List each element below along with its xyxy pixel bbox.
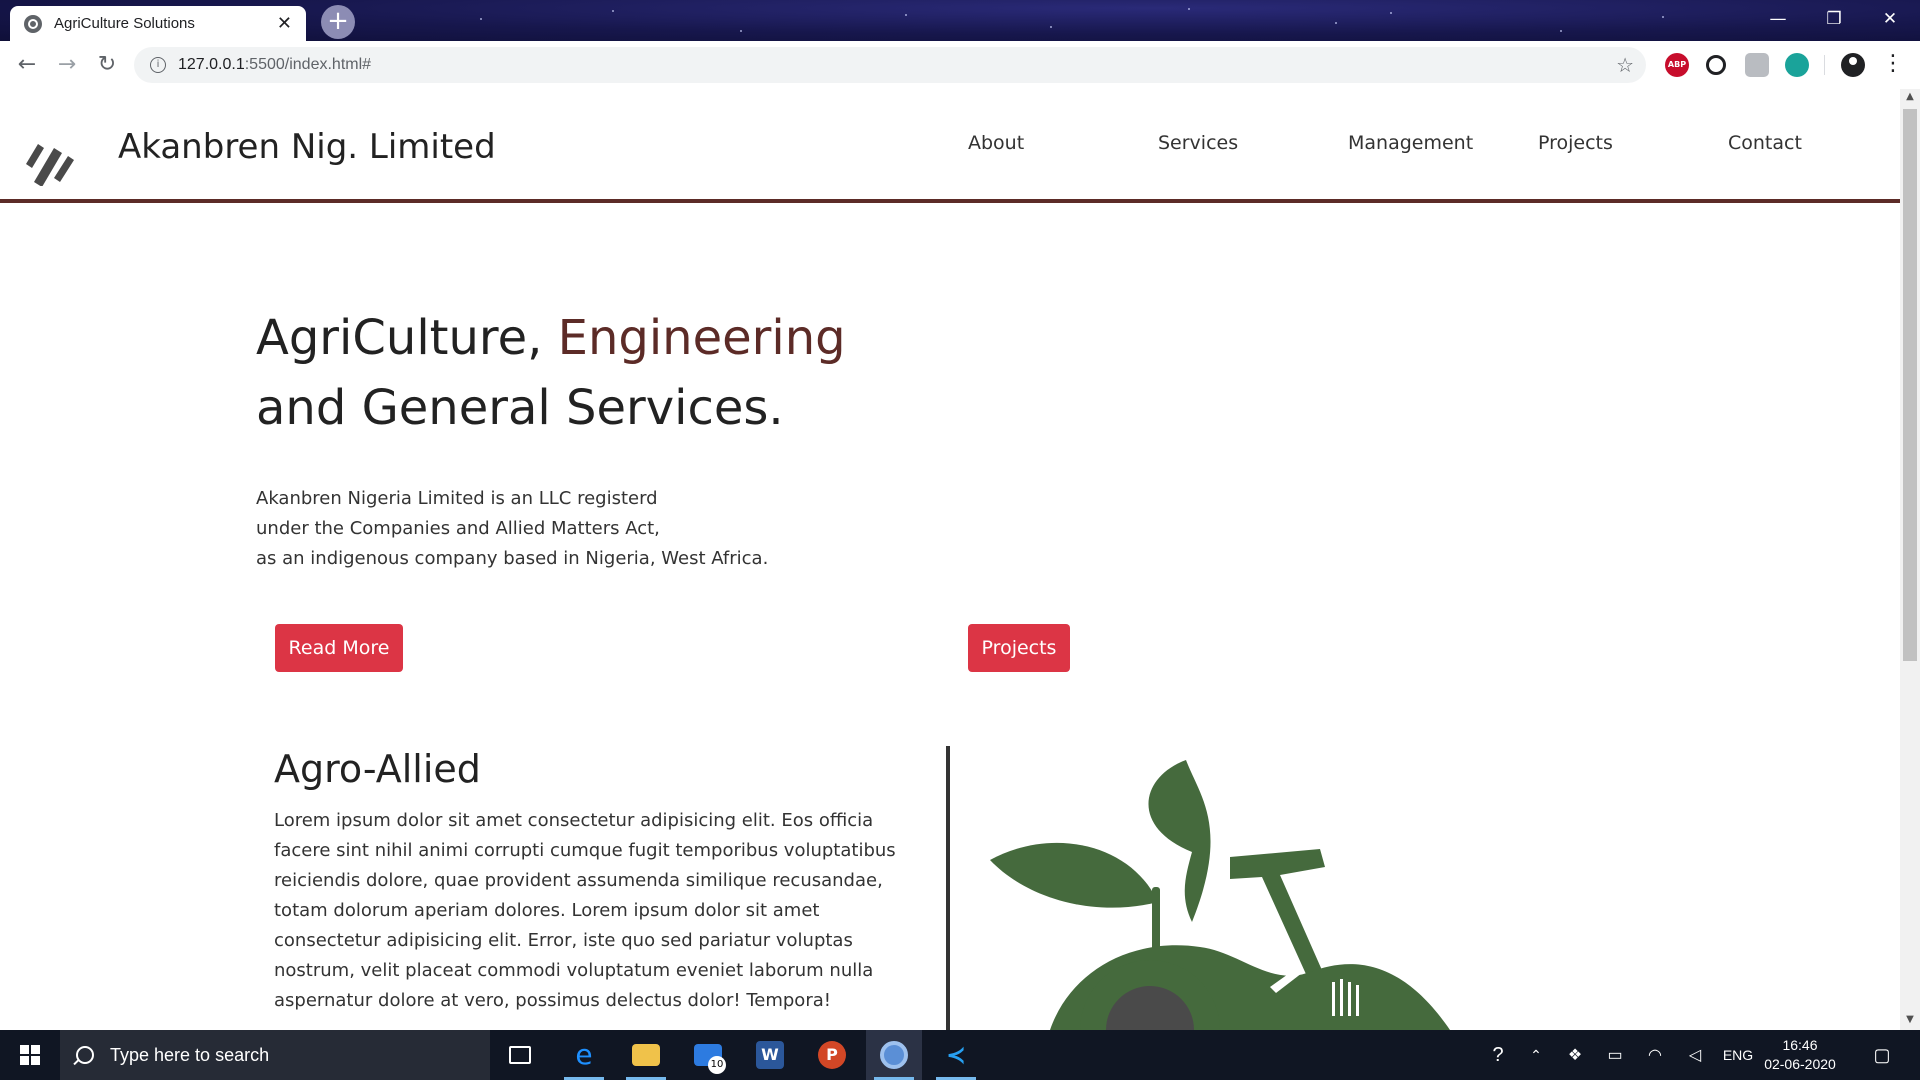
- wifi-icon[interactable]: ◠: [1638, 1030, 1672, 1080]
- hero-title-accent: Engineering: [557, 310, 846, 366]
- logo-icon[interactable]: [24, 134, 78, 186]
- taskbar-word[interactable]: W: [742, 1030, 798, 1080]
- chrome-icon: [880, 1041, 908, 1069]
- powerpoint-icon: P: [818, 1041, 846, 1069]
- extension-icon[interactable]: [1785, 53, 1809, 77]
- new-tab-button[interactable]: +: [321, 5, 355, 39]
- clock[interactable]: 16:46 02-06-2020: [1760, 1036, 1840, 1074]
- globe-icon: [24, 14, 42, 33]
- restore-button[interactable]: ❐: [1806, 0, 1862, 41]
- profile-avatar-icon[interactable]: [1841, 53, 1865, 77]
- browser-tab[interactable]: AgriCulture Solutions ✕: [10, 6, 306, 41]
- browser-titlebar: AgriCulture Solutions ✕ + — ❐ ✕: [0, 0, 1920, 41]
- read-more-button[interactable]: Read More: [275, 624, 403, 672]
- url-text: 127.0.0.1:5500/index.html#: [178, 56, 372, 73]
- extension-icon[interactable]: [1706, 55, 1726, 75]
- scroll-down-arrow-icon[interactable]: ▼: [1904, 1014, 1916, 1028]
- nav-services[interactable]: Services: [1158, 132, 1238, 154]
- reload-button[interactable]: ↻: [93, 51, 121, 79]
- close-window-button[interactable]: ✕: [1862, 0, 1918, 41]
- page-viewport: Akanbren Nig. Limited About Services Man…: [0, 89, 1900, 1030]
- close-tab-icon[interactable]: ✕: [277, 13, 292, 34]
- nav-projects[interactable]: Projects: [1538, 132, 1613, 154]
- taskbar-chrome[interactable]: [866, 1030, 922, 1080]
- nav-management[interactable]: Management: [1348, 132, 1473, 154]
- nav-about[interactable]: About: [968, 132, 1024, 154]
- clock-date: 02-06-2020: [1764, 1056, 1836, 1072]
- windows-logo-icon: [20, 1045, 40, 1065]
- projects-button[interactable]: Projects: [968, 624, 1070, 672]
- forward-button[interactable]: →: [53, 51, 81, 79]
- section-text: Lorem ipsum dolor sit amet consectetur a…: [274, 810, 896, 1011]
- taskbar-vscode[interactable]: ≺: [928, 1030, 984, 1080]
- brand-name[interactable]: Akanbren Nig. Limited: [118, 127, 496, 167]
- hero-description: Akanbren Nigeria Limited is an LLC regis…: [256, 488, 769, 569]
- address-bar[interactable]: i 127.0.0.1:5500/index.html# ☆: [134, 47, 1646, 83]
- extension-icon[interactable]: [1745, 53, 1769, 77]
- minimize-button[interactable]: —: [1750, 0, 1806, 41]
- bookmark-star-icon[interactable]: ☆: [1616, 53, 1634, 77]
- page-scrollbar[interactable]: ▲ ▼: [1900, 89, 1920, 1030]
- folder-icon: [632, 1044, 660, 1066]
- scroll-thumb[interactable]: [1903, 109, 1917, 661]
- show-hidden-icons-chevron-icon[interactable]: ⌃: [1520, 1030, 1552, 1080]
- site-header: Akanbren Nig. Limited About Services Man…: [0, 89, 1900, 203]
- volume-icon[interactable]: ◁: [1678, 1030, 1712, 1080]
- taskbar-file-explorer[interactable]: [618, 1030, 674, 1080]
- section-title: Agro-Allied: [274, 747, 481, 791]
- info-icon[interactable]: i: [150, 57, 166, 73]
- vscode-icon: ≺: [945, 1041, 967, 1069]
- hero-title: AgriCulture, Engineering and General Ser…: [256, 310, 846, 436]
- battery-icon[interactable]: ▭: [1598, 1030, 1632, 1080]
- browser-toolbar: ← → ↻ i 127.0.0.1:5500/index.html# ☆ ABP…: [0, 41, 1920, 89]
- section-divider: [946, 746, 950, 1030]
- taskbar-mail[interactable]: 10: [680, 1030, 736, 1080]
- help-icon[interactable]: ?: [1480, 1030, 1516, 1080]
- start-button[interactable]: [0, 1030, 60, 1080]
- taskbar-edge[interactable]: e: [556, 1030, 612, 1080]
- taskbar-powerpoint[interactable]: P: [804, 1030, 860, 1080]
- language-indicator[interactable]: ENG: [1718, 1030, 1758, 1080]
- tab-title: AgriCulture Solutions: [54, 15, 195, 32]
- nav-contact[interactable]: Contact: [1728, 132, 1802, 154]
- search-placeholder: Type here to search: [110, 1044, 270, 1065]
- clock-time: 16:46: [1782, 1037, 1818, 1053]
- toolbar-divider: [1824, 55, 1825, 75]
- search-icon: [76, 1046, 94, 1064]
- taskbar-search[interactable]: Type here to search: [60, 1030, 490, 1080]
- word-icon: W: [756, 1041, 784, 1069]
- edge-icon: e: [575, 1038, 593, 1071]
- mail-badge: 10: [708, 1056, 726, 1074]
- task-view-icon: [509, 1046, 531, 1064]
- task-view-button[interactable]: [492, 1030, 548, 1080]
- back-button[interactable]: ←: [13, 51, 41, 79]
- windows-taskbar: Type here to search e 10 W P ≺ ? ⌃ ❖ ▭ ◠…: [0, 1030, 1920, 1080]
- adblock-extension-icon[interactable]: ABP: [1665, 53, 1689, 77]
- scroll-up-arrow-icon[interactable]: ▲: [1904, 91, 1916, 105]
- dropbox-icon[interactable]: ❖: [1558, 1030, 1592, 1080]
- agro-tractor-leaf-icon: [990, 760, 1450, 1030]
- browser-menu-icon[interactable]: ⋮: [1882, 49, 1904, 79]
- notifications-icon[interactable]: ▢: [1862, 1030, 1902, 1080]
